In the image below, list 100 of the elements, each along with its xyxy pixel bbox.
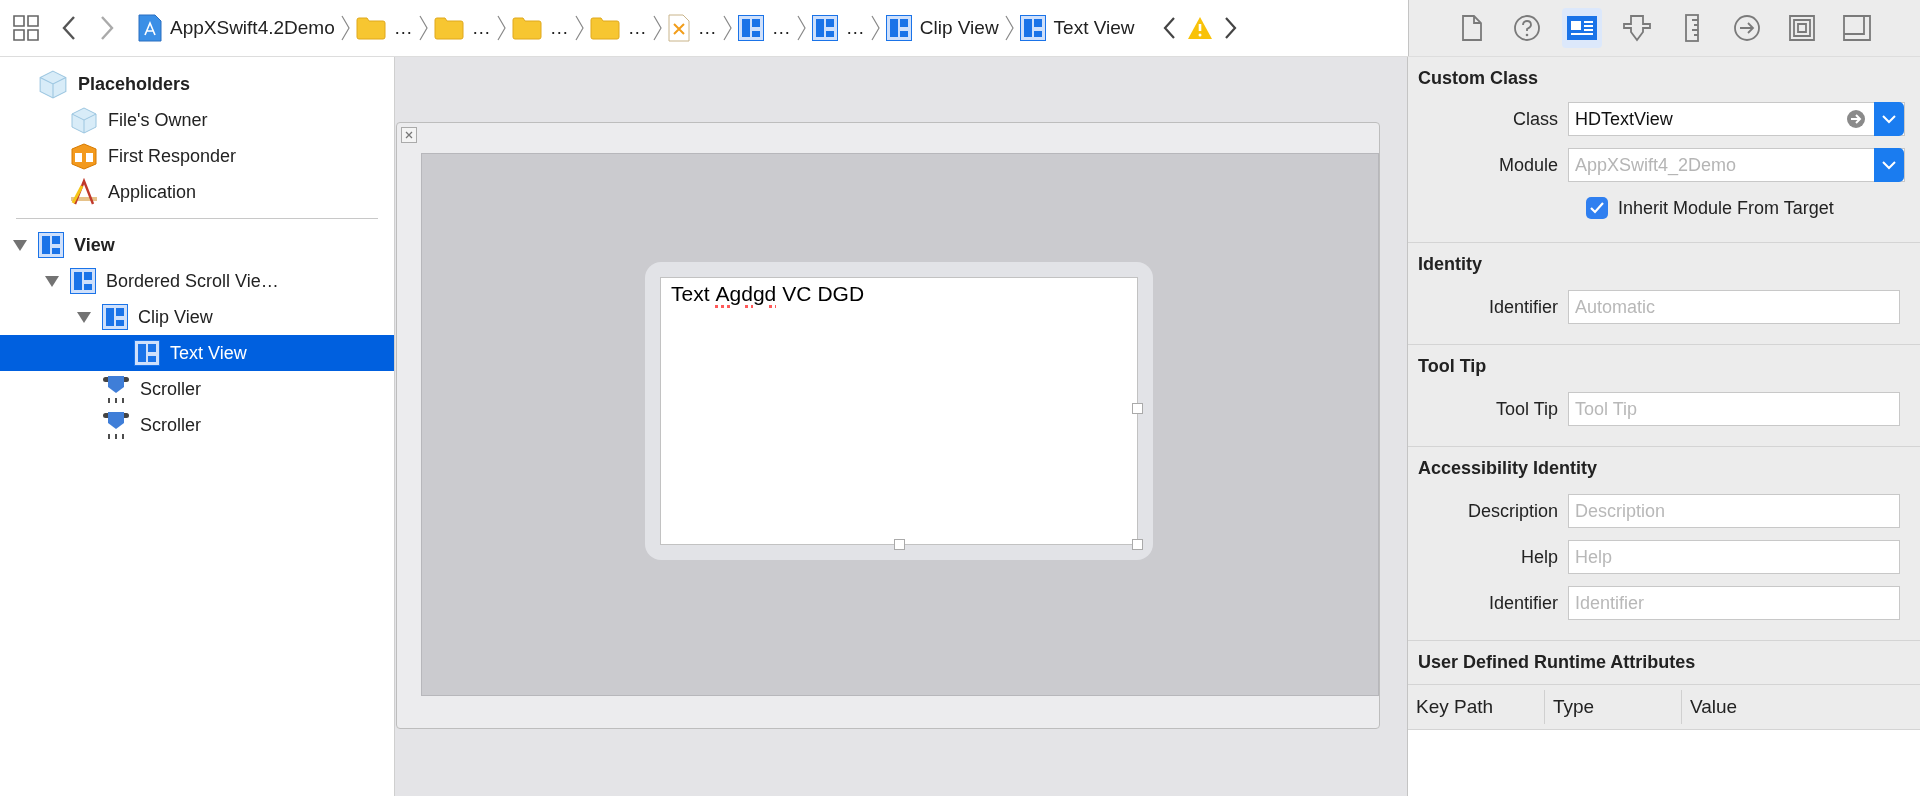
- input-field[interactable]: Tool Tip: [1568, 392, 1900, 426]
- cube-icon: [70, 142, 98, 170]
- combo-value: AppXSwift4_2Demo: [1574, 153, 1738, 178]
- chevron-icon: [574, 15, 584, 41]
- text-word: Text: [671, 281, 710, 307]
- resize-handle[interactable]: [1132, 403, 1143, 414]
- combo-value: HDTextView: [1574, 107, 1674, 131]
- breadcrumb-item[interactable]: …: [737, 13, 791, 43]
- view-icon: [38, 232, 64, 258]
- section-title: Accessibility Identity: [1417, 457, 1599, 480]
- outline-row[interactable]: View: [0, 227, 394, 263]
- column-header[interactable]: Type: [1544, 690, 1681, 724]
- column-header[interactable]: Value: [1681, 690, 1920, 724]
- bindings-icon: [1787, 14, 1816, 42]
- effects-icon: [1841, 14, 1872, 42]
- outline-row[interactable]: Clip View: [0, 299, 394, 335]
- checkbox-label: Inherit Module From Target: [1618, 196, 1834, 220]
- breadcrumb-item[interactable]: Clip View: [885, 13, 999, 43]
- breadcrumb-item[interactable]: …: [589, 13, 647, 43]
- outline-row[interactable]: Scroller: [0, 371, 394, 407]
- outline-label: Placeholders: [78, 72, 191, 96]
- section-title: Custom Class: [1417, 67, 1540, 90]
- field-label: Module: [1497, 153, 1559, 177]
- breadcrumb-item[interactable]: …: [433, 13, 491, 43]
- outline-label: Scroller: [140, 377, 201, 401]
- outline-row[interactable]: Bordered Scroll Vie…: [0, 263, 394, 299]
- text-word: DGD: [817, 281, 865, 307]
- combo-box[interactable]: HDTextView: [1568, 102, 1905, 136]
- checkmark-icon: [1590, 202, 1604, 214]
- folder-icon: [433, 16, 464, 40]
- chevron-icon: [796, 15, 806, 41]
- checkbox[interactable]: [1586, 197, 1608, 219]
- view-icon: [811, 15, 838, 41]
- breadcrumb-item[interactable]: Text View: [1019, 13, 1135, 43]
- chevron-icon: [340, 15, 350, 41]
- view-icon: [1019, 15, 1046, 41]
- text-word: Agdgd: [715, 281, 777, 307]
- chevron-icon: [418, 15, 428, 41]
- identity-icon: [1566, 15, 1599, 41]
- inspector-tab[interactable]: [1562, 8, 1603, 48]
- field-label: Help: [1519, 545, 1559, 569]
- attributes-icon: [1622, 14, 1653, 42]
- folder-icon: [511, 16, 542, 40]
- dropdown-button[interactable]: [1874, 148, 1904, 182]
- view-icon: [134, 340, 160, 366]
- field-label: Tool Tip: [1494, 397, 1559, 421]
- scroller-icon: [102, 374, 130, 404]
- outline-row[interactable]: File's Owner: [0, 102, 394, 138]
- breadcrumb-item[interactable]: AppXSwift4.2Demo: [138, 13, 335, 43]
- outline-label: Scroller: [140, 413, 201, 437]
- breadcrumb-item[interactable]: …: [511, 13, 569, 43]
- input-field[interactable]: Identifier: [1568, 586, 1900, 620]
- close-icon[interactable]: [401, 127, 417, 143]
- arrow-circle-icon[interactable]: [1846, 109, 1866, 129]
- arrow-circle-icon: [1732, 14, 1761, 42]
- text-view[interactable]: Text Agdgd VC DGD: [660, 277, 1138, 545]
- outline-row[interactable]: Application: [0, 174, 394, 210]
- chevron-icon: [870, 15, 880, 41]
- document-icon: [667, 14, 690, 42]
- section-title: User Defined Runtime Attributes: [1417, 651, 1697, 674]
- input-field[interactable]: Automatic: [1568, 290, 1900, 324]
- outline-label: File's Owner: [108, 108, 208, 132]
- file-icon: [1461, 14, 1484, 42]
- view-icon: [102, 304, 128, 330]
- outline-label: Clip View: [138, 305, 213, 329]
- input-field[interactable]: Description: [1568, 494, 1900, 528]
- outline-row[interactable]: Text View: [0, 335, 394, 371]
- chevron-icon: [1004, 15, 1014, 41]
- column-header[interactable]: Key Path: [1408, 690, 1544, 724]
- chevron-icon: [652, 15, 662, 41]
- ruler-icon: [1682, 13, 1701, 43]
- disclosure-triangle-icon[interactable]: [44, 274, 60, 288]
- cube-icon: [70, 106, 98, 134]
- outline-label: First Responder: [108, 144, 237, 168]
- chevron-down-icon: [1882, 114, 1896, 124]
- outline-label: Text View: [170, 341, 247, 365]
- dropdown-button[interactable]: [1874, 102, 1904, 136]
- view-icon: [885, 15, 912, 41]
- field-label: Identifier: [1487, 295, 1559, 319]
- chevron-down-icon: [1882, 160, 1896, 170]
- folder-icon: [355, 16, 386, 40]
- outline-row[interactable]: Scroller: [0, 407, 394, 443]
- field-label: Identifier: [1487, 591, 1559, 615]
- section-title: Identity: [1417, 253, 1483, 276]
- outline-label: View: [74, 233, 115, 257]
- field-label: Class: [1512, 107, 1559, 131]
- view-icon: [70, 268, 96, 294]
- disclosure-triangle-icon[interactable]: [76, 310, 92, 324]
- disclosure-triangle-icon[interactable]: [12, 238, 28, 252]
- breadcrumb-item[interactable]: …: [355, 13, 413, 43]
- view-icon: [737, 15, 764, 41]
- chevron-icon: [722, 15, 732, 41]
- outline-row[interactable]: Placeholders: [0, 66, 394, 102]
- breadcrumb-item[interactable]: …: [811, 13, 865, 43]
- resize-handle[interactable]: [894, 539, 905, 550]
- breadcrumb-item[interactable]: …: [667, 13, 717, 43]
- grid-icon[interactable]: [12, 14, 40, 42]
- input-field[interactable]: Help: [1568, 540, 1900, 574]
- outline-row[interactable]: First Responder: [0, 138, 394, 174]
- resize-handle[interactable]: [1132, 539, 1143, 550]
